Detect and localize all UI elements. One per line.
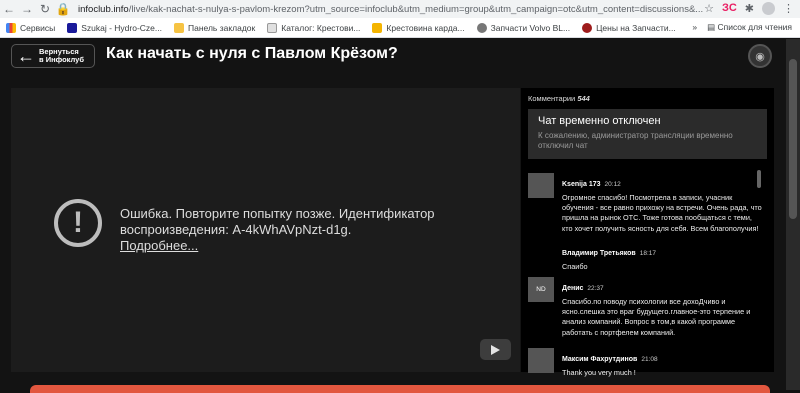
- url-host: infoclub.info: [78, 3, 129, 15]
- globe-icon: [476, 22, 487, 33]
- avatar: ND: [528, 277, 554, 302]
- page-icon: [267, 22, 278, 33]
- page-content: ← Вернуться в Инфоклуб Как начать с нуля …: [0, 39, 800, 393]
- profile-avatar[interactable]: [762, 2, 775, 15]
- more-info-link[interactable]: Подробнее...: [120, 238, 198, 254]
- forward-arrow-icon[interactable]: →: [18, 2, 36, 16]
- bookmark-krestovina[interactable]: Крестовина кардa...: [372, 22, 465, 33]
- back-arrow-icon[interactable]: ←: [0, 2, 18, 16]
- club-logo-icon[interactable]: ◉: [748, 44, 772, 68]
- browser-toolbar: ← → ↻ 🔒 infoclub.info/live/kak-nachat-s-…: [0, 0, 800, 18]
- bookmark-panel[interactable]: Панель закладок: [174, 22, 255, 33]
- bookmarks-right: » ▤ Список для чтения: [692, 22, 792, 33]
- video-player[interactable]: ! Ошибка. Повторите попытку позже. Идент…: [11, 88, 520, 372]
- chat-disabled-notice: Чат временно отключен К сожалению, админ…: [528, 109, 767, 159]
- star-icon[interactable]: ☆: [704, 2, 714, 15]
- site-favicon: [582, 22, 593, 33]
- bookmark-szukaj[interactable]: Szukaj - Hydro-Cze...: [67, 22, 162, 33]
- avatar: [528, 173, 554, 198]
- site-favicon: [67, 22, 78, 33]
- more-bookmarks-button[interactable]: »: [692, 22, 697, 33]
- reading-list-icon: ▤: [707, 22, 718, 32]
- youtube-play-button[interactable]: [480, 339, 511, 360]
- arrow-left-icon: ←: [17, 46, 35, 66]
- apps-grid-icon: [6, 22, 16, 33]
- page-scrollbar[interactable]: [786, 39, 800, 390]
- folder-icon: [174, 22, 184, 33]
- puzzle-icon[interactable]: ✱: [745, 2, 754, 15]
- bookmark-catalog[interactable]: Каталог: Крестови...: [267, 22, 360, 33]
- url-path: /live/kak-nachat-s-nulya-s-pavlom-krezom…: [128, 3, 704, 15]
- back-to-infoclub-button[interactable]: ← Вернуться в Инфоклуб: [11, 44, 95, 68]
- chat-panel: Комментарии 544 Чат временно отключен К …: [521, 88, 774, 377]
- lock-icon[interactable]: 🔒: [54, 2, 72, 16]
- toolbar-icons: ☆ ЗC ✱ ⋮: [704, 2, 794, 15]
- extension-icon[interactable]: ЗC: [722, 2, 737, 15]
- bookmark-services[interactable]: Сервисы: [6, 22, 55, 33]
- comments-header: Комментарии 544: [528, 94, 590, 103]
- menu-dots-icon[interactable]: ⋮: [783, 2, 794, 15]
- reload-icon[interactable]: ↻: [36, 2, 54, 16]
- scrollbar-thumb[interactable]: [789, 59, 797, 219]
- play-icon: [491, 344, 500, 355]
- bookmark-volvo[interactable]: Запчасти Volvo BL...: [476, 22, 570, 33]
- site-favicon: [372, 22, 383, 33]
- error-message: Ошибка. Повторите попытку позже. Идентиф…: [120, 206, 435, 254]
- bookmarks-bar: Сервисы Szukaj - Hydro-Cze... Панель зак…: [0, 18, 800, 38]
- bookmark-prices[interactable]: Цены на Запчасти...: [582, 22, 676, 33]
- reading-list-button[interactable]: ▤ Список для чтения: [707, 22, 792, 33]
- error-icon: !: [54, 199, 102, 247]
- page-title: Как начать с нуля с Павлом Крёзом?: [106, 45, 398, 62]
- avatar: [528, 348, 554, 373]
- address-bar[interactable]: infoclub.info/live/kak-nachat-s-nulya-s-…: [78, 4, 738, 15]
- cta-banner[interactable]: [30, 385, 770, 393]
